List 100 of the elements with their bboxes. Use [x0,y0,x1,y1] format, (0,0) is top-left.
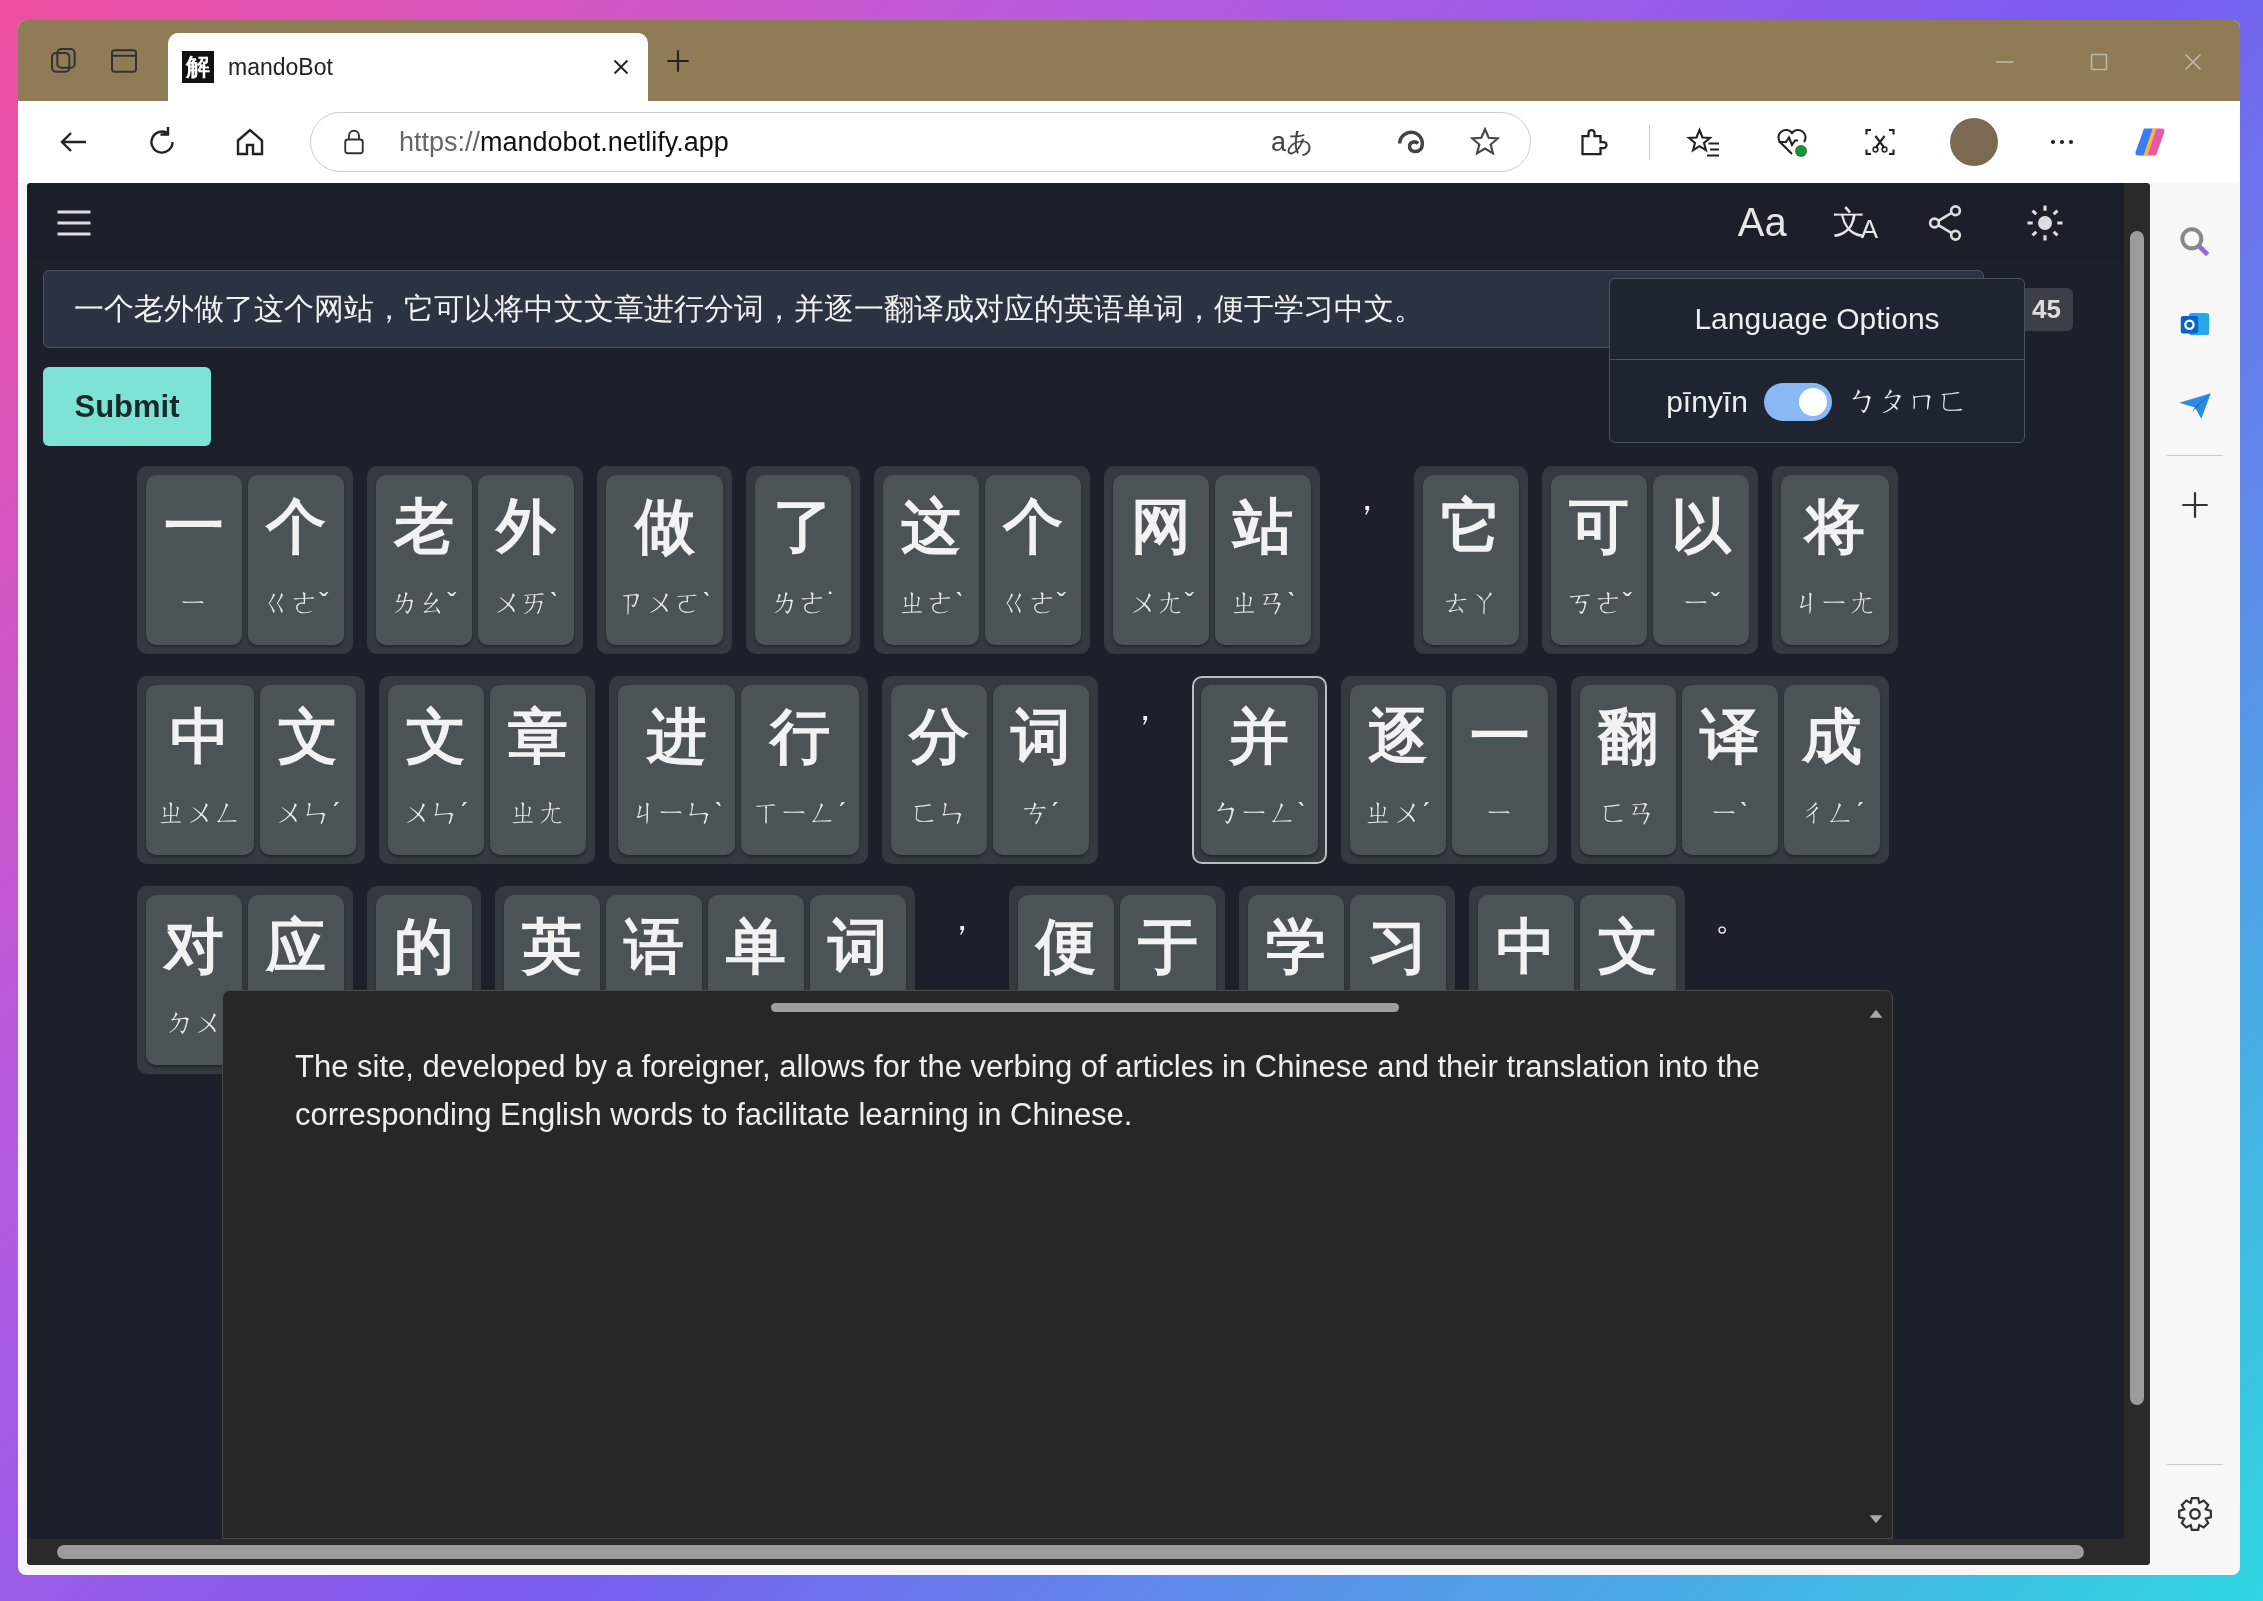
zhuyin-text: ㄉㄨ [166,1009,222,1037]
character-tile[interactable]: 中 ㄓㄨㄥ [146,685,254,855]
horizontal-scrollbar[interactable] [27,1539,2124,1565]
word-group[interactable]: 进 ㄐㄧㄣˋ 行 ㄒㄧㄥˊ [609,676,868,864]
hanzi-text: 以 [1671,497,1732,557]
zhuyin-text: ㄧ [1486,799,1514,827]
zhuyin-text: ㄐㄧㄤ [1793,589,1878,617]
hanzi-text: 老 [394,497,454,557]
character-tile[interactable]: 老 ㄌㄠˇ [376,475,472,645]
character-tile[interactable]: 站 ㄓㄢˋ [1215,475,1312,645]
character-tile[interactable]: 个 ㄍㄜˇ [248,475,344,645]
character-tile[interactable]: 它 ㄊㄚ [1423,475,1520,645]
hanzi-text: 单 [726,917,786,977]
zhuyin-text: ㄓㄤ [510,799,566,827]
drag-handle[interactable] [771,1003,1399,1012]
word-group[interactable]: 将 ㄐㄧㄤ [1772,466,1899,654]
word-group[interactable]: 逐 ㄓㄨˊ 一 ㄧ [1341,676,1557,864]
word-group[interactable]: 文 ㄨㄣˊ 章 ㄓㄤ [379,676,595,864]
word-group[interactable]: 翻 ㄈㄢ 译 ㄧˋ 成 ㄔㄥˊ [1571,676,1889,864]
character-tile[interactable]: 章 ㄓㄤ [490,685,586,855]
zhuyin-text: ㄗㄨㄛˋ [618,589,712,617]
character-tile[interactable]: 了 ㄌㄜ˙ [755,475,852,645]
tab-title: mandoBot [228,53,334,81]
character-tile[interactable]: 外 ㄨㄞˋ [478,475,574,645]
hanzi-text: 行 [770,707,830,767]
popup-title: Language Options [1610,279,2024,360]
zhuyin-text: ㄔㄥˊ [1799,799,1865,827]
hanzi-text: 词 [828,917,888,977]
zhuyin-text: ㄧˋ [1711,799,1749,827]
character-tile[interactable]: 词 ㄘˊ [992,685,1089,855]
font-size-button[interactable]: Aa [1737,200,1787,245]
profile-avatar[interactable] [1950,118,1998,166]
hanzi-text: 英 [522,917,582,977]
character-tile[interactable]: 将 ㄐㄧㄤ [1781,475,1890,645]
submit-button[interactable]: Submit [43,367,211,446]
favorites-icon[interactable] [1686,124,1722,160]
hanzi-text: 章 [508,707,568,767]
word-group[interactable]: 老 ㄌㄠˇ 外 ㄨㄞˋ [367,466,583,654]
hanzi-text: 了 [773,497,834,557]
hanzi-text: 对 [164,917,224,977]
character-tile[interactable]: 网 ㄨㄤˇ [1113,475,1210,645]
character-tile[interactable]: 以 ㄧˇ [1653,475,1750,645]
word-group[interactable]: 做 ㄗㄨㄛˋ [597,466,733,654]
hanzi-text: 于 [1138,917,1198,977]
word-group[interactable]: 一 ㄧ 个 ㄍㄜˇ [137,466,353,654]
word-group[interactable]: 网 ㄨㄤˇ 站 ㄓㄢˋ [1104,466,1321,654]
hanzi-text: 语 [624,917,684,977]
zhuyin-text: ㄧˇ [1682,589,1720,617]
browser-tab[interactable]: 解 mandoBot [168,33,648,101]
read-aloud-button[interactable]: aあ [1271,124,1315,160]
word-group[interactable]: 它 ㄊㄚ [1414,466,1529,654]
character-tile[interactable]: 对 ㄉㄨ [146,895,242,1065]
character-tile[interactable]: 进 ㄐㄧㄣˋ [618,685,736,855]
hanzi-text: 分 [908,707,969,767]
hanzi-text: 词 [1010,707,1071,767]
toggle-switch[interactable] [1763,382,1832,421]
zhuyin-text: ㄨㄣˊ [275,799,341,827]
hanzi-text: 这 [901,497,962,557]
hanzi-text: 站 [1233,497,1294,557]
hanzi-text: 文 [406,707,466,767]
character-tile[interactable]: 分 ㄈㄣ [890,685,987,855]
character-tile[interactable]: 文 ㄨㄣˊ [260,685,356,855]
settings-icon[interactable] [2176,1495,2214,1533]
character-tile[interactable]: 行 ㄒㄧㄥˊ [741,685,859,855]
hanzi-text: 翻 [1598,707,1658,767]
word-group[interactable]: 并 ㄅㄧㄥˋ [1191,676,1327,864]
hanzi-text: 文 [278,707,338,767]
hanzi-text: 网 [1131,497,1192,557]
hanzi-text: 译 [1700,707,1760,767]
word-group[interactable]: 可 ㄎㄜˇ 以 ㄧˇ [1542,466,1759,654]
word-group[interactable]: 分 ㄈㄣ 词 ㄘˊ [881,676,1098,864]
character-tile[interactable]: 一 ㄧ [146,475,242,645]
punctuation-mark: ， [1349,478,1386,519]
zhuyin-text: ㄓㄢˋ [1230,589,1296,617]
character-tile[interactable]: 一 ㄧ [1452,685,1548,855]
zhuyin-label: ㄅㄆㄇㄈ [1847,383,1968,419]
hanzi-text: 个 [1003,497,1064,557]
hanzi-text: 学 [1266,917,1326,977]
zhuyin-text: ㄧ [180,589,208,617]
character-tile[interactable]: 文 ㄨㄣˊ [388,685,484,855]
hanzi-text: 逐 [1368,707,1428,767]
character-tile[interactable]: 翻 ㄈㄢ [1580,685,1676,855]
character-tile[interactable]: 逐 ㄓㄨˊ [1350,685,1446,855]
vertical-scrollbar[interactable] [2124,183,2150,1565]
zhuyin-text: ㄈㄣ [910,799,967,827]
zhuyin-text: ㄓㄜˋ [898,589,964,617]
zhuyin-text: ㄈㄢ [1600,799,1656,827]
word-group[interactable]: 了 ㄌㄜ˙ [746,466,861,654]
favicon: 解 [182,51,214,83]
character-tile[interactable]: 这 ㄓㄜˋ [883,475,980,645]
word-group[interactable]: 这 ㄓㄜˋ 个 ㄍㄜˇ [874,466,1091,654]
character-tile[interactable]: 成 ㄔㄥˊ [1784,685,1880,855]
character-tile[interactable]: 个 ㄍㄜˇ [985,475,1082,645]
character-tile[interactable]: 可 ㄎㄜˇ [1551,475,1648,645]
zhuyin-text: ㄍㄜˇ [1000,589,1066,617]
word-group[interactable]: 中 ㄓㄨㄥ 文 ㄨㄣˊ [137,676,365,864]
character-tile[interactable]: 译 ㄧˋ [1682,685,1778,855]
zhuyin-text: ㄍㄜˇ [263,589,329,617]
character-tile[interactable]: 做 ㄗㄨㄛˋ [606,475,724,645]
character-tile[interactable]: 并 ㄅㄧㄥˋ [1200,685,1318,855]
